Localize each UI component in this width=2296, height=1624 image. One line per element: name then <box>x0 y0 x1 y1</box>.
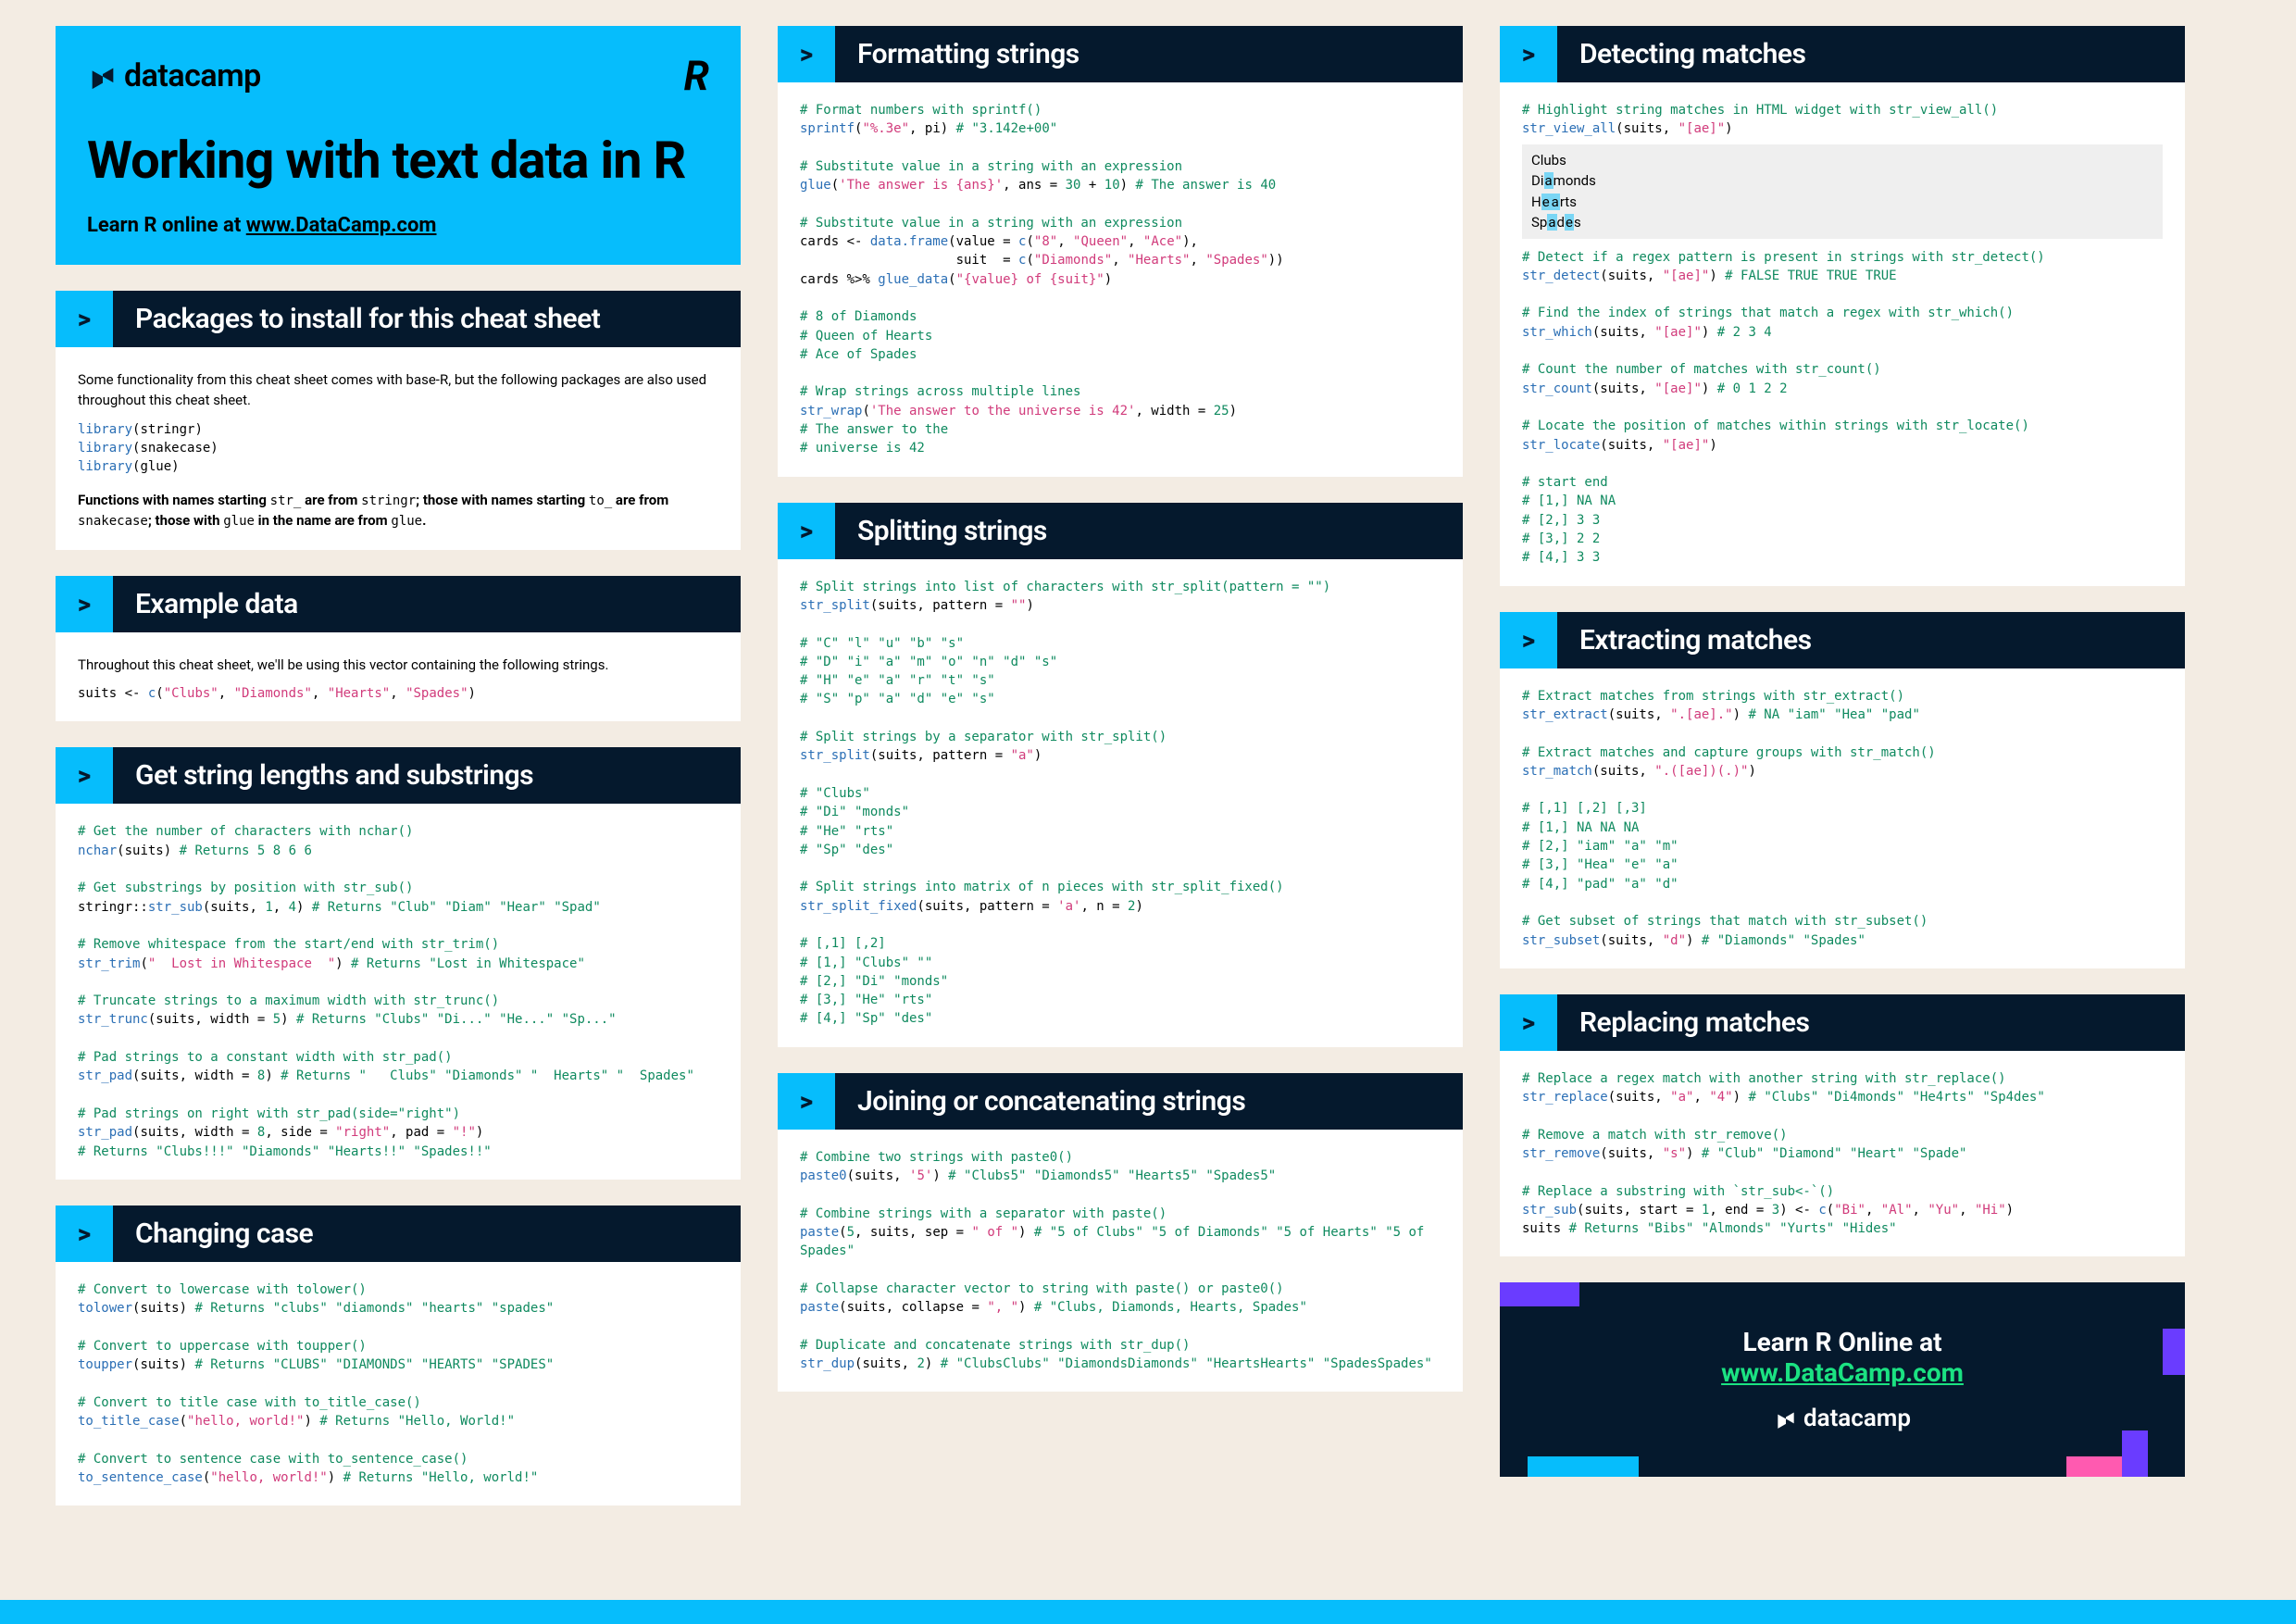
code-block: # Convert to lowercase with tolower() to… <box>78 1280 718 1487</box>
highlight-output: ClubsDiamondsHeartsSpades <box>1522 144 2163 239</box>
datacamp-icon <box>87 60 119 92</box>
r-language-icon: R <box>684 52 709 100</box>
code-block: # Replace a regex match with another str… <box>1522 1069 2163 1239</box>
chevron-right-icon: > <box>56 1206 113 1262</box>
promo-line-1: Learn R Online at <box>1721 1327 1964 1357</box>
chevron-right-icon: > <box>778 26 835 82</box>
chevron-right-icon: > <box>56 747 113 804</box>
section-changing-case: > Changing case # Convert to lowercase w… <box>56 1206 741 1505</box>
section-note: Functions with names starting str_ are f… <box>78 490 718 531</box>
datacamp-logo-footer: datacamp <box>1774 1405 1911 1432</box>
chevron-right-icon: > <box>778 503 835 559</box>
section-title: Replacing matches <box>1557 994 2185 1051</box>
datacamp-icon <box>1774 1406 1798 1430</box>
code-block: suits <- c("Clubs", "Diamonds", "Hearts"… <box>78 684 718 703</box>
column-1: datacamp R Working with text data in R L… <box>56 26 741 1505</box>
chevron-right-icon: > <box>1500 612 1557 668</box>
section-title: Joining or concatenating strings <box>835 1073 1463 1130</box>
subtitle-lead: Learn R online at <box>87 214 246 237</box>
page-title: Working with text data in R <box>87 133 709 188</box>
section-title: Detecting matches <box>1557 26 2185 82</box>
section-title: Formatting strings <box>835 26 1463 82</box>
chevron-right-icon: > <box>56 291 113 347</box>
section-extracting-matches: > Extracting matches # Extract matches f… <box>1500 612 2185 968</box>
footer-bar <box>0 1600 2296 1624</box>
section-intro: Throughout this cheat sheet, we'll be us… <box>78 655 718 676</box>
code-block: # Extract matches from strings with str_… <box>1522 687 2163 950</box>
section-title: Packages to install for this cheat sheet <box>113 291 741 347</box>
datacamp-logo: datacamp <box>87 57 261 94</box>
decoration <box>2122 1430 2148 1477</box>
chevron-right-icon: > <box>1500 994 1557 1051</box>
section-packages: > Packages to install for this cheat she… <box>56 291 741 550</box>
brand-text: datacamp <box>124 57 261 94</box>
promo-banner: Learn R Online at www.DataCamp.com datac… <box>1500 1282 2185 1477</box>
section-splitting-strings: > Splitting strings # Split strings into… <box>778 503 1463 1047</box>
section-title: Extracting matches <box>1557 612 2185 668</box>
brand-text: datacamp <box>1803 1405 1911 1432</box>
decoration <box>1500 1282 1579 1306</box>
page-subtitle: Learn R online at www.DataCamp.com <box>87 214 709 237</box>
section-detecting-matches: > Detecting matches # Highlight string m… <box>1500 26 2185 586</box>
hero: datacamp R Working with text data in R L… <box>56 26 741 265</box>
decoration <box>1528 1456 1639 1477</box>
section-title: Get string lengths and substrings <box>113 747 741 804</box>
column-3: > Detecting matches # Highlight string m… <box>1500 26 2185 1505</box>
code-block: library(stringr) library(snakecase) libr… <box>78 420 718 477</box>
section-title: Splitting strings <box>835 503 1463 559</box>
code-block: # Combine two strings with paste0() past… <box>800 1148 1441 1374</box>
section-string-lengths: > Get string lengths and substrings # Ge… <box>56 747 741 1179</box>
code-block: # Get the number of characters with ncha… <box>78 822 718 1160</box>
chevron-right-icon: > <box>56 576 113 632</box>
decoration <box>2163 1329 2185 1375</box>
column-2: > Formatting strings # Format numbers wi… <box>778 26 1463 1505</box>
section-intro: Some functionality from this cheat sheet… <box>78 369 718 411</box>
section-example-data: > Example data Throughout this cheat she… <box>56 576 741 722</box>
code-block: # Highlight string matches in HTML widge… <box>1522 101 2163 139</box>
chevron-right-icon: > <box>1500 26 1557 82</box>
promo-link[interactable]: www.DataCamp.com <box>1721 1357 1964 1388</box>
section-formatting-strings: > Formatting strings # Format numbers wi… <box>778 26 1463 477</box>
decoration <box>2066 1456 2122 1477</box>
code-block: # Split strings into list of characters … <box>800 578 1441 1029</box>
code-block: # Detect if a regex pattern is present i… <box>1522 248 2163 568</box>
code-block: # Format numbers with sprintf() sprintf(… <box>800 101 1441 458</box>
section-joining-strings: > Joining or concatenating strings # Com… <box>778 1073 1463 1393</box>
chevron-right-icon: > <box>778 1073 835 1130</box>
subtitle-link[interactable]: www.DataCamp.com <box>246 214 437 237</box>
section-title: Changing case <box>113 1206 741 1262</box>
section-title: Example data <box>113 576 741 632</box>
section-replacing-matches: > Replacing matches # Replace a regex ma… <box>1500 994 2185 1257</box>
